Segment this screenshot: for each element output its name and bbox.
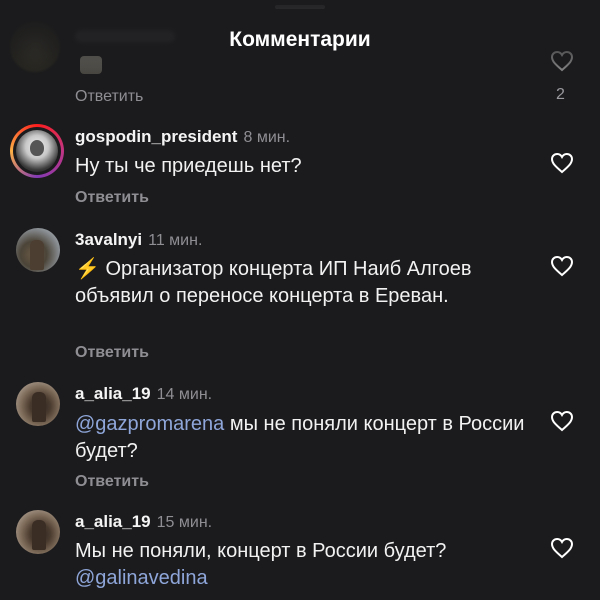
comment-username[interactable]: a_alia_19 14 мин. xyxy=(75,384,212,404)
comment-body: Мы не поняли, концерт в России будет? xyxy=(75,540,447,562)
comment-text: ⚡ Организатор концерта ИП Наиб Алгоев об… xyxy=(75,256,525,310)
heart-icon[interactable] xyxy=(550,152,574,174)
avatar[interactable] xyxy=(16,382,60,426)
comment-time: 11 мин. xyxy=(148,232,203,249)
reply-button[interactable]: Ответить xyxy=(75,88,143,106)
sheet-title: Комментарии xyxy=(229,28,371,51)
comment-text: Ну ты че приедешь нет? xyxy=(75,153,525,180)
comment-body: Ну ты че приедешь нет? xyxy=(75,155,302,177)
comment-body: Организатор концерта ИП Наиб Алгоев объя… xyxy=(75,258,472,307)
username-text[interactable]: a_alia_19 xyxy=(75,384,151,403)
comment-time: 15 мин. xyxy=(156,514,213,531)
like-count: 2 xyxy=(556,86,565,103)
lightning-emoji-icon: ⚡ xyxy=(75,258,100,280)
mention-link[interactable]: @galinavedina xyxy=(75,567,208,589)
comment-time: 8 мин. xyxy=(243,129,291,146)
heart-icon[interactable] xyxy=(550,410,574,432)
username-text[interactable]: a_alia_19 xyxy=(75,512,151,531)
mention-link[interactable]: @gazpromarena xyxy=(75,413,224,435)
comments-sheet: Ответить 2 Комментарии gospodin_presiden… xyxy=(0,0,600,600)
comment-time: 14 мин. xyxy=(156,386,213,403)
reply-button[interactable]: Ответить xyxy=(75,473,149,491)
avatar-figure xyxy=(32,392,46,422)
reply-button[interactable]: Ответить xyxy=(75,189,149,207)
comment-text: @gazpromarena мы не поняли концерт в Рос… xyxy=(75,411,525,465)
comment-username[interactable]: 3avalnyi 11 мин. xyxy=(75,230,202,250)
username-text[interactable]: gospodin_president xyxy=(75,127,237,146)
reply-button[interactable]: Ответить xyxy=(75,344,149,362)
avatar-figure xyxy=(32,520,46,550)
avatar-face xyxy=(30,140,44,156)
comment-text: Мы не поняли, концерт в России будет? @g… xyxy=(75,538,525,592)
avatar[interactable] xyxy=(16,510,60,554)
comment-username[interactable]: a_alia_19 15 мин. xyxy=(75,512,212,532)
heart-icon[interactable] xyxy=(550,537,574,559)
avatar[interactable] xyxy=(10,124,64,178)
comment-username[interactable]: gospodin_president 8 мин. xyxy=(75,127,290,147)
avatar-figure xyxy=(30,240,44,270)
avatar[interactable] xyxy=(16,228,60,272)
heart-icon[interactable] xyxy=(550,255,574,277)
username-text[interactable]: 3avalnyi xyxy=(75,230,142,249)
